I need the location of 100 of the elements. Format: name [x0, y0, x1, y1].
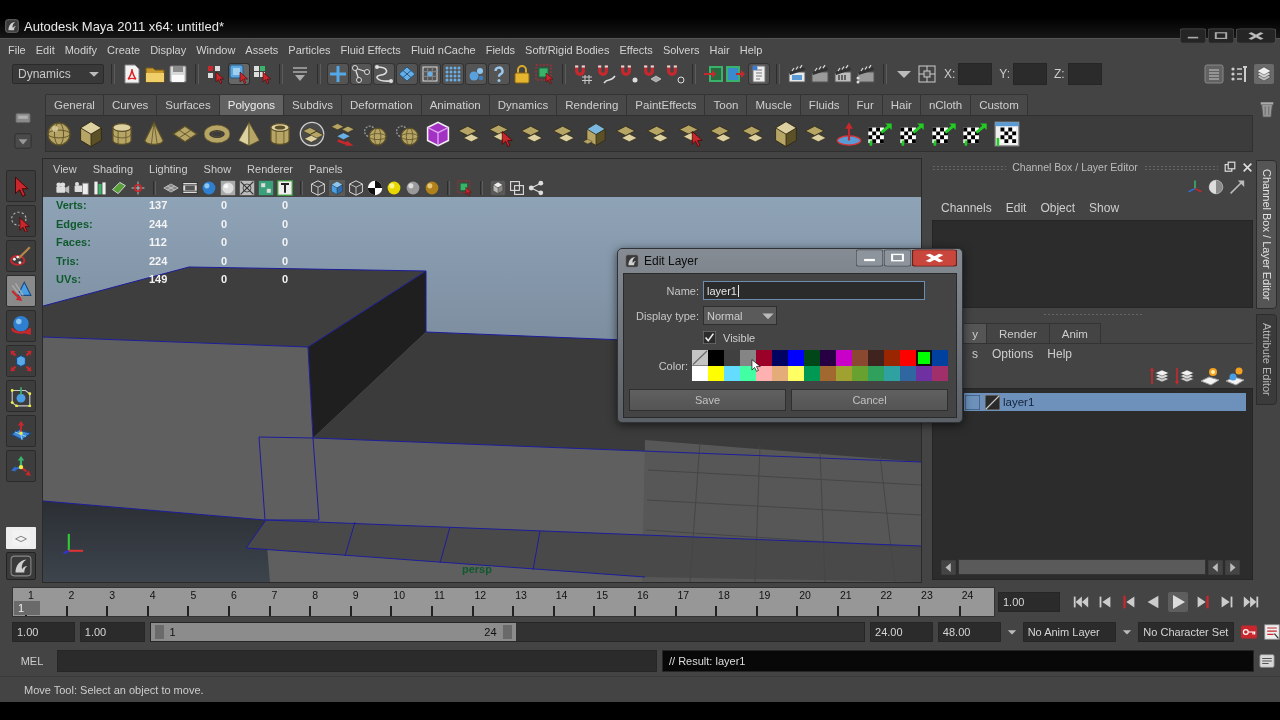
menu-item[interactable]: Modify: [59, 43, 103, 56]
minimize-icon[interactable]: [1180, 28, 1206, 44]
dialog-button[interactable]: Save: [629, 389, 786, 411]
tile-cursor-icon[interactable]: [229, 64, 249, 84]
shelf-tabs-icon[interactable]: [12, 110, 33, 126]
menu-item[interactable]: Object: [1033, 201, 1083, 215]
coordinate-field[interactable]: [1013, 63, 1048, 85]
x-ray-icon[interactable]: [239, 180, 255, 196]
color-swatch[interactable]: [836, 350, 852, 366]
target-box-icon[interactable]: [917, 64, 937, 84]
cross-icon[interactable]: [328, 64, 348, 84]
menu-item[interactable]: Fluid Effects: [335, 43, 406, 56]
dots-icon[interactable]: [443, 64, 463, 84]
shelf-tab[interactable]: Dynamics: [488, 94, 558, 115]
shelf-menu-icon[interactable]: [12, 132, 33, 150]
layer-row[interactable]: layer1: [964, 393, 1246, 411]
close-icon[interactable]: [1236, 28, 1276, 44]
time-slider[interactable]: 1 2 3 4 5 6 7 8 9 10 11 12 13 14 15 16 17 18 19 20 21 22 23 24 1: [12, 587, 995, 617]
maximize-icon[interactable]: [884, 249, 911, 267]
no-color-swatch[interactable]: [692, 350, 708, 366]
sphere-icon[interactable]: [46, 119, 72, 148]
sphere-icon[interactable]: [201, 180, 217, 196]
menu-item[interactable]: Show: [1082, 201, 1127, 215]
end-time-field[interactable]: 48.00: [937, 622, 1001, 642]
preferences-icon[interactable]: [1264, 624, 1280, 640]
menu-item[interactable]: Window: [191, 43, 241, 56]
selection-box-icon[interactable]: [457, 180, 473, 196]
checker-page-icon[interactable]: [993, 119, 1020, 148]
document-list-icon[interactable]: [749, 64, 769, 84]
menu-item[interactable]: Particles: [283, 43, 336, 56]
color-swatch[interactable]: [740, 350, 756, 366]
shelf-tab[interactable]: General: [45, 94, 104, 115]
light-icon[interactable]: [405, 180, 421, 196]
layer-stack-arrow-icon[interactable]: [1150, 366, 1170, 386]
manipulator-cube-icon[interactable]: [6, 380, 36, 412]
isolate-cube-icon[interactable]: [490, 180, 506, 196]
anim-layer-field[interactable]: No Anim Layer: [1022, 622, 1117, 642]
menu-item[interactable]: Renderer: [239, 163, 301, 175]
current-frame-marker[interactable]: 1: [14, 601, 40, 615]
light-icon[interactable]: [386, 180, 402, 196]
color-swatch[interactable]: [868, 350, 884, 366]
name-field[interactable]: layer1: [703, 281, 925, 300]
shelf-tab[interactable]: Muscle: [746, 94, 801, 115]
script-editor-icon[interactable]: [1259, 653, 1275, 669]
layer-tab[interactable]: Anim: [1048, 323, 1101, 343]
cube-icon[interactable]: [77, 119, 104, 148]
shelf-tab[interactable]: Hair: [881, 94, 921, 115]
shelf-tab[interactable]: Custom: [970, 94, 1028, 115]
menu-item[interactable]: File: [3, 43, 31, 56]
share-nodes-icon[interactable]: [528, 180, 544, 196]
shelf-tab[interactable]: Polygons: [218, 94, 285, 115]
axis-arrows-icon[interactable]: [6, 450, 36, 482]
command-input[interactable]: [57, 650, 657, 672]
cube-icon[interactable]: [772, 119, 799, 148]
range-bar[interactable]: 1 24: [150, 623, 516, 641]
sphere-icon[interactable]: [220, 180, 236, 196]
dialog-button[interactable]: Cancel: [791, 389, 948, 411]
shelf-tab[interactable]: PaintEffects: [626, 94, 706, 115]
shelf-tab[interactable]: Surfaces: [156, 94, 220, 115]
menu-item[interactable]: Solvers: [657, 43, 705, 56]
shelf-tab[interactable]: nCloth: [919, 94, 972, 115]
menu-item[interactable]: Help: [1040, 347, 1080, 361]
lock-icon[interactable]: [512, 64, 532, 84]
texture-icon[interactable]: [277, 180, 293, 196]
toggle-box-icon[interactable]: [965, 394, 980, 410]
playback-start-field[interactable]: 1.00: [79, 622, 145, 642]
menu-item[interactable]: Shading: [84, 163, 142, 175]
shelf-tab[interactable]: Rendering: [556, 94, 628, 115]
magnet-ring-icon[interactable]: [665, 64, 685, 84]
key-icon[interactable]: [1239, 624, 1259, 640]
film-icon[interactable]: [182, 180, 198, 196]
shelf-tab[interactable]: Fur: [847, 94, 883, 115]
app-logo-icon[interactable]: [6, 552, 36, 580]
shaded-cube-icon[interactable]: [329, 180, 345, 196]
layer-color-swatch-icon[interactable]: [985, 394, 1000, 410]
uv-icon[interactable]: [258, 180, 274, 196]
range-start-handle[interactable]: 1: [154, 625, 176, 639]
arrow-cursor-icon[interactable]: [6, 170, 36, 202]
scrollbar[interactable]: [958, 559, 1206, 575]
output-arrow-icon[interactable]: [726, 64, 746, 84]
menu-item[interactable]: Help: [734, 43, 768, 56]
menu-item[interactable]: Lighting: [141, 163, 196, 175]
menu-item[interactable]: Fluid nCache: [405, 43, 481, 56]
wireframe-cube-icon[interactable]: [310, 180, 326, 196]
magnet-grid-icon[interactable]: [573, 64, 593, 84]
menu-item[interactable]: Edit: [998, 201, 1034, 215]
menu-item[interactable]: Fields: [480, 43, 521, 56]
color-swatch[interactable]: [772, 350, 788, 366]
maximize-icon[interactable]: [1208, 28, 1234, 44]
clapperboard-icon[interactable]: [833, 64, 853, 84]
color-swatch[interactable]: [788, 350, 804, 366]
menu-item[interactable]: Display: [145, 43, 192, 56]
coordinate-field[interactable]: [1067, 63, 1102, 85]
folder-icon[interactable]: [145, 64, 165, 84]
grid-cursor-icon[interactable]: [252, 64, 272, 84]
menu-item[interactable]: View: [45, 163, 85, 175]
range-end-handle[interactable]: 24: [484, 625, 512, 639]
display-type-dropdown[interactable]: Normal: [703, 306, 777, 325]
menu-item[interactable]: Show: [195, 163, 240, 175]
color-swatch[interactable]: [724, 350, 740, 366]
